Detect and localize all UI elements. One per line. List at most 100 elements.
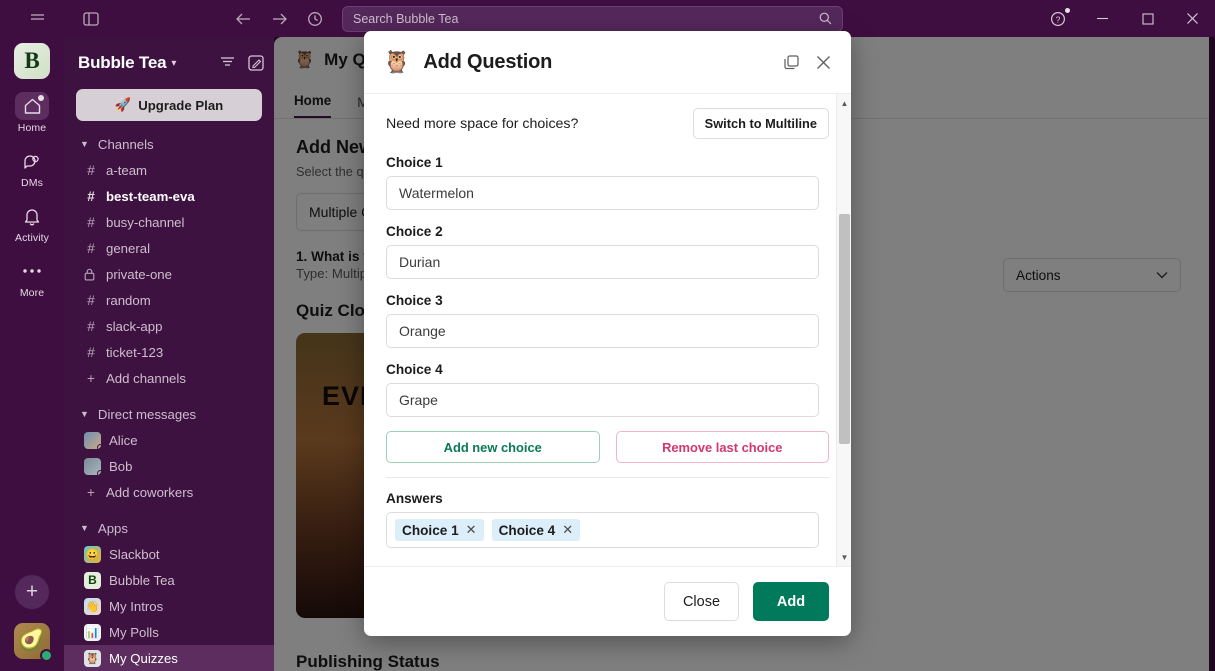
sidebar-section-channels-label: Channels xyxy=(97,136,154,152)
sidebar-item-add-coworkers[interactable]: + Add coworkers xyxy=(64,479,274,505)
choice-1-group: Choice 1 Watermelon xyxy=(386,155,829,210)
hash-icon: # xyxy=(87,188,95,204)
help-badge-dot xyxy=(1065,8,1070,13)
sidebar-item-slack-app[interactable]: # slack-app xyxy=(64,313,274,339)
duplicate-icon[interactable] xyxy=(783,54,800,71)
forward-arrow-icon[interactable] xyxy=(264,5,294,33)
answers-label: Answers xyxy=(386,491,443,506)
add-button[interactable]: Add xyxy=(753,582,829,621)
sidebar-item-label: Bob xyxy=(109,458,133,474)
sidebar-item-my-intros[interactable]: 👋 My Intros xyxy=(64,593,274,619)
sidebar-section-apps[interactable]: ▼ Apps xyxy=(64,515,274,541)
remove-last-choice-button[interactable]: Remove last choice xyxy=(615,431,829,463)
switch-to-multiline-button[interactable]: Switch to Multiline xyxy=(692,108,829,139)
choice-2-input[interactable]: Durian xyxy=(386,245,819,279)
close-button[interactable]: Close xyxy=(664,582,739,621)
minimize-icon[interactable] xyxy=(1080,0,1125,37)
help-icon[interactable]: ? xyxy=(1035,0,1080,37)
choice-2-value: Durian xyxy=(399,254,441,270)
choice-1-label: Choice 1 xyxy=(386,155,443,170)
rail-item-activity[interactable]: Activity xyxy=(6,202,58,244)
close-icon[interactable] xyxy=(815,54,832,71)
choice-3-input[interactable]: Orange xyxy=(386,314,819,348)
sidebar-item-label: My Polls xyxy=(109,624,159,640)
scrollbar-thumb[interactable] xyxy=(839,214,850,444)
sidebar-item-best-team-eva[interactable]: # best-team-eva xyxy=(64,183,274,209)
choice-1-input[interactable]: Watermelon xyxy=(386,176,819,210)
search-input[interactable]: Search Bubble Tea xyxy=(342,5,843,32)
sidebar-item-ticket-123[interactable]: # ticket-123 xyxy=(64,339,274,365)
rail-item-dms[interactable]: DMs xyxy=(6,147,58,189)
channel-sidebar: Bubble Tea ▾ 🚀 Upgrade Plan ▼ Channels #… xyxy=(64,37,274,671)
multiline-prompt: Need more space for choices? xyxy=(386,115,579,132)
sidebar-item-my-polls[interactable]: 📊 My Polls xyxy=(64,619,274,645)
avatar-icon xyxy=(84,457,101,475)
sidebar-item-private-one[interactable]: private-one xyxy=(64,261,274,287)
sidebar-item-add-channels[interactable]: + Add channels xyxy=(64,365,274,391)
compose-icon[interactable] xyxy=(248,55,264,71)
sidebar-item-bob[interactable]: Bob xyxy=(64,453,274,479)
choice-4-label: Choice 4 xyxy=(386,362,443,377)
plus-icon: + xyxy=(87,484,95,500)
close-icon[interactable]: ✕ xyxy=(466,522,477,538)
home-icon xyxy=(15,92,49,120)
answer-chip[interactable]: Choice 4 ✕ xyxy=(491,519,581,541)
sidebar-item-label: random xyxy=(106,292,151,308)
scroll-up-arrow-icon[interactable]: ▲ xyxy=(837,96,851,110)
sidebar-item-my-quizzes[interactable]: 🦉 My Quizzes xyxy=(64,645,274,671)
sidebar-item-label: My Quizzes xyxy=(109,650,178,666)
avatar[interactable]: 🥑 xyxy=(14,623,53,662)
upgrade-plan-label: Upgrade Plan xyxy=(138,97,224,113)
panel-toggle-icon[interactable] xyxy=(76,5,106,33)
workspace-logo[interactable]: B xyxy=(14,43,50,79)
sidebar-item-label: a-team xyxy=(106,162,148,178)
close-icon[interactable]: ✕ xyxy=(562,522,573,538)
rail-item-more[interactable]: More xyxy=(6,257,58,299)
sidebar-item-label: Bubble Tea xyxy=(109,572,175,588)
multiline-row: Need more space for choices? Switch to M… xyxy=(386,108,829,139)
sidebar-item-alice[interactable]: Alice xyxy=(64,427,274,453)
my-polls-app-icon: 📊 xyxy=(84,623,101,641)
hamburger-icon[interactable] xyxy=(22,5,52,33)
rail-item-home[interactable]: Home xyxy=(6,92,58,134)
choice-4-input[interactable]: Grape xyxy=(386,383,819,417)
close-icon[interactable] xyxy=(1170,0,1215,37)
plus-icon: + xyxy=(87,370,95,386)
dialog-scrollbar[interactable]: ▲ ▼ xyxy=(836,94,851,566)
rail-item-more-label: More xyxy=(19,287,45,299)
chevron-down-icon: ▼ xyxy=(80,409,89,419)
my-intros-app-icon: 👋 xyxy=(84,597,101,615)
chevron-down-icon: ▼ xyxy=(80,139,89,149)
my-quizzes-app-icon: 🦉 xyxy=(84,649,101,667)
answers-input[interactable]: Choice 1 ✕ Choice 4 ✕ xyxy=(386,512,819,548)
filter-icon[interactable] xyxy=(220,55,235,71)
answer-chip-label: Choice 4 xyxy=(498,522,556,538)
search-icon xyxy=(819,12,832,25)
sidebar-item-slackbot[interactable]: 😀 Slackbot xyxy=(64,541,274,567)
scroll-down-arrow-icon[interactable]: ▼ xyxy=(837,550,851,564)
history-clock-icon[interactable] xyxy=(300,5,330,33)
back-arrow-icon[interactable] xyxy=(228,5,258,33)
sidebar-item-a-team[interactable]: # a-team xyxy=(64,157,274,183)
sidebar-section-channels[interactable]: ▼ Channels xyxy=(64,131,274,157)
rail-item-dms-label: DMs xyxy=(21,177,43,189)
answer-chip[interactable]: Choice 1 ✕ xyxy=(395,519,484,541)
maximize-icon[interactable] xyxy=(1125,0,1170,37)
sidebar-item-random[interactable]: # random xyxy=(64,287,274,313)
hash-icon: # xyxy=(87,292,95,308)
choice-3-value: Orange xyxy=(399,323,446,339)
bubble-tea-app-icon: B xyxy=(84,571,101,589)
sidebar-item-busy-channel[interactable]: # busy-channel xyxy=(64,209,274,235)
sidebar-section-dms-label: Direct messages xyxy=(97,406,197,422)
upgrade-plan-button[interactable]: 🚀 Upgrade Plan xyxy=(76,89,262,121)
hash-icon: # xyxy=(87,162,95,178)
sidebar-item-general[interactable]: # general xyxy=(64,235,274,261)
workspace-header[interactable]: Bubble Tea ▾ xyxy=(64,41,274,85)
sidebar-section-direct-messages[interactable]: ▼ Direct messages xyxy=(64,401,274,427)
sidebar-item-label: busy-channel xyxy=(106,214,185,230)
new-item-button[interactable]: + xyxy=(15,575,49,609)
choice-3-label: Choice 3 xyxy=(386,293,443,308)
choice-2-label: Choice 2 xyxy=(386,224,443,239)
sidebar-item-bubble-tea[interactable]: B Bubble Tea xyxy=(64,567,274,593)
add-new-choice-button[interactable]: Add new choice xyxy=(386,431,600,463)
